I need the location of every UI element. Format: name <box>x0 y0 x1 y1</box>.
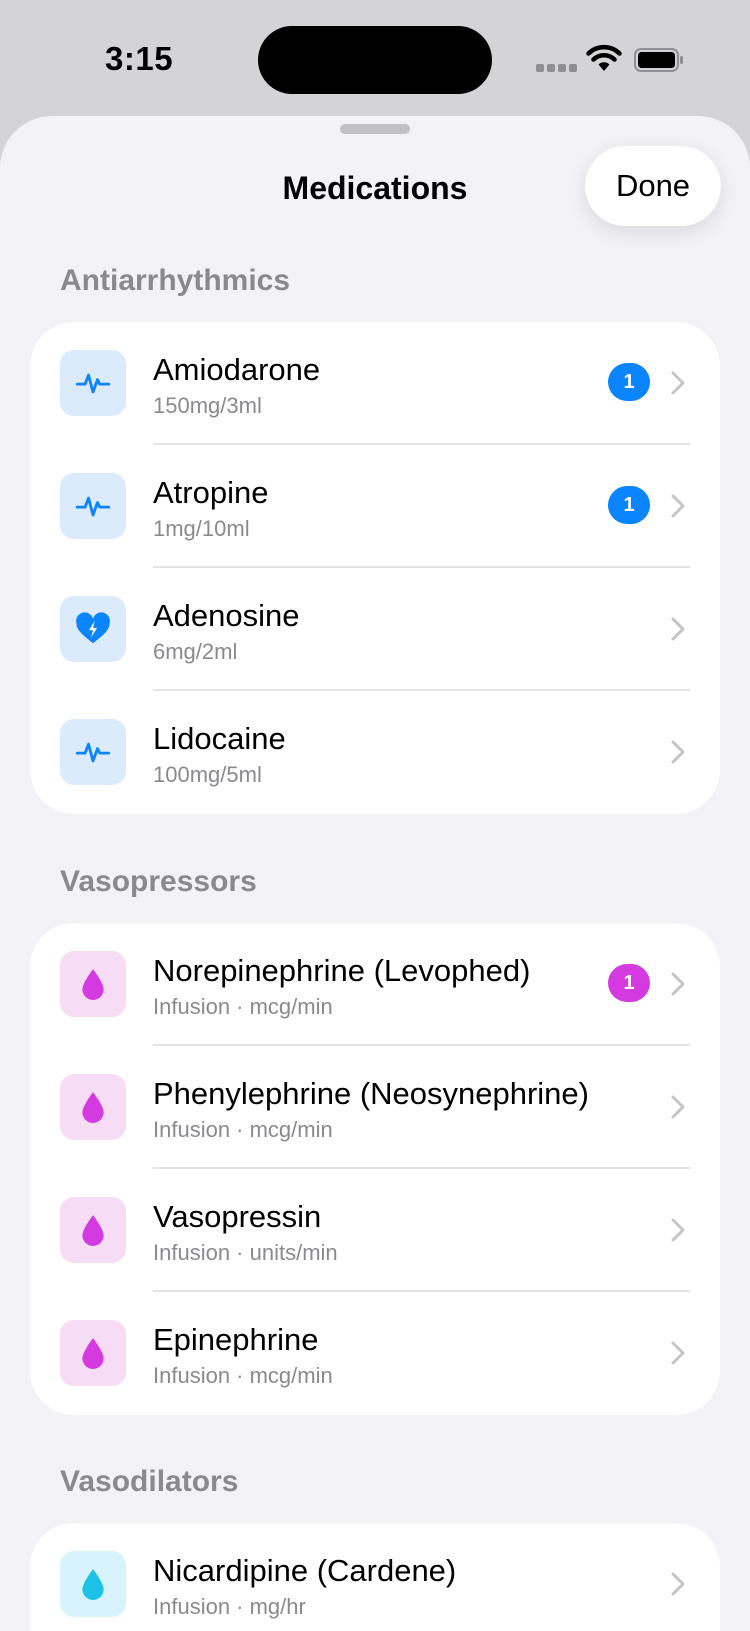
chevron-right-icon <box>671 1341 685 1365</box>
med-row-lidocaine[interactable]: Lidocaine 100mg/5ml <box>30 691 720 814</box>
med-row-vasopressin[interactable]: Vasopressin Infusion · units/min <box>30 1169 720 1292</box>
wifi-icon <box>586 44 622 71</box>
antiarrhythmics-list: Amiodarone 150mg/3ml 1 Atropine 1mg/10ml… <box>30 322 720 814</box>
med-detail: 6mg/2ml <box>153 639 238 664</box>
med-row-norepinephrine[interactable]: Norepinephrine (Levophed) Infusion · mcg… <box>30 923 720 1046</box>
waveform-icon <box>60 350 126 416</box>
section-header-antiarrhythmics: Antiarrhythmics <box>60 264 291 297</box>
med-detail: Infusion · mcg/min <box>153 1363 333 1388</box>
waveform-icon <box>60 473 126 539</box>
heart-bolt-icon <box>60 596 126 662</box>
med-row-nicardipine[interactable]: Nicardipine (Cardene) Infusion · mg/hr <box>30 1523 720 1631</box>
cellular-signal-icon <box>536 64 577 72</box>
drop-icon <box>60 1551 126 1617</box>
count-badge: 1 <box>608 486 650 524</box>
med-row-adenosine[interactable]: Adenosine 6mg/2ml <box>30 568 720 691</box>
status-bar: 3:15 <box>0 0 750 115</box>
med-name: Nicardipine (Cardene) <box>153 1553 457 1588</box>
dynamic-island <box>258 26 492 94</box>
medications-sheet: Medications Done Antiarrhythmics Amiodar… <box>0 116 750 1631</box>
drop-icon <box>60 1197 126 1263</box>
done-button[interactable]: Done <box>585 146 721 226</box>
med-row-phenylephrine[interactable]: Phenylephrine (Neosynephrine) Infusion ·… <box>30 1046 720 1169</box>
battery-icon <box>634 48 683 72</box>
med-name: Atropine <box>153 475 269 510</box>
waveform-icon <box>60 719 126 785</box>
med-name: Amiodarone <box>153 352 321 387</box>
med-name: Lidocaine <box>153 721 286 756</box>
drop-icon <box>60 1074 126 1140</box>
chevron-right-icon <box>671 972 685 996</box>
med-detail: 100mg/5ml <box>153 762 262 787</box>
med-name: Phenylephrine (Neosynephrine) <box>153 1076 589 1111</box>
med-detail: 1mg/10ml <box>153 516 250 541</box>
med-row-amiodarone[interactable]: Amiodarone 150mg/3ml 1 <box>30 322 720 445</box>
chevron-right-icon <box>671 1572 685 1596</box>
chevron-right-icon <box>671 740 685 764</box>
med-detail: Infusion · mcg/min <box>153 994 333 1019</box>
drop-icon <box>60 1320 126 1386</box>
med-detail: Infusion · mg/hr <box>153 1594 306 1619</box>
med-name: Norepinephrine (Levophed) <box>153 953 531 988</box>
chevron-right-icon <box>671 1218 685 1242</box>
med-detail: 150mg/3ml <box>153 393 262 418</box>
section-header-vasodilators: Vasodilators <box>60 1465 239 1498</box>
med-row-epinephrine[interactable]: Epinephrine Infusion · mcg/min <box>30 1292 720 1415</box>
status-time: 3:15 <box>105 40 174 77</box>
chevron-right-icon <box>671 371 685 395</box>
vasopressors-list: Norepinephrine (Levophed) Infusion · mcg… <box>30 923 720 1415</box>
count-badge: 1 <box>608 363 650 401</box>
section-header-vasopressors: Vasopressors <box>60 865 257 898</box>
med-name: Epinephrine <box>153 1322 319 1357</box>
count-badge: 1 <box>608 964 650 1002</box>
vasodilators-list: Nicardipine (Cardene) Infusion · mg/hr <box>30 1523 720 1631</box>
med-detail: Infusion · units/min <box>153 1240 338 1265</box>
med-name: Vasopressin <box>153 1199 322 1234</box>
med-detail: Infusion · mcg/min <box>153 1117 333 1142</box>
med-name: Adenosine <box>153 598 300 633</box>
med-row-atropine[interactable]: Atropine 1mg/10ml 1 <box>30 445 720 568</box>
chevron-right-icon <box>671 617 685 641</box>
chevron-right-icon <box>671 494 685 518</box>
chevron-right-icon <box>671 1095 685 1119</box>
drop-icon <box>60 951 126 1017</box>
sheet-grabber[interactable] <box>340 124 410 134</box>
